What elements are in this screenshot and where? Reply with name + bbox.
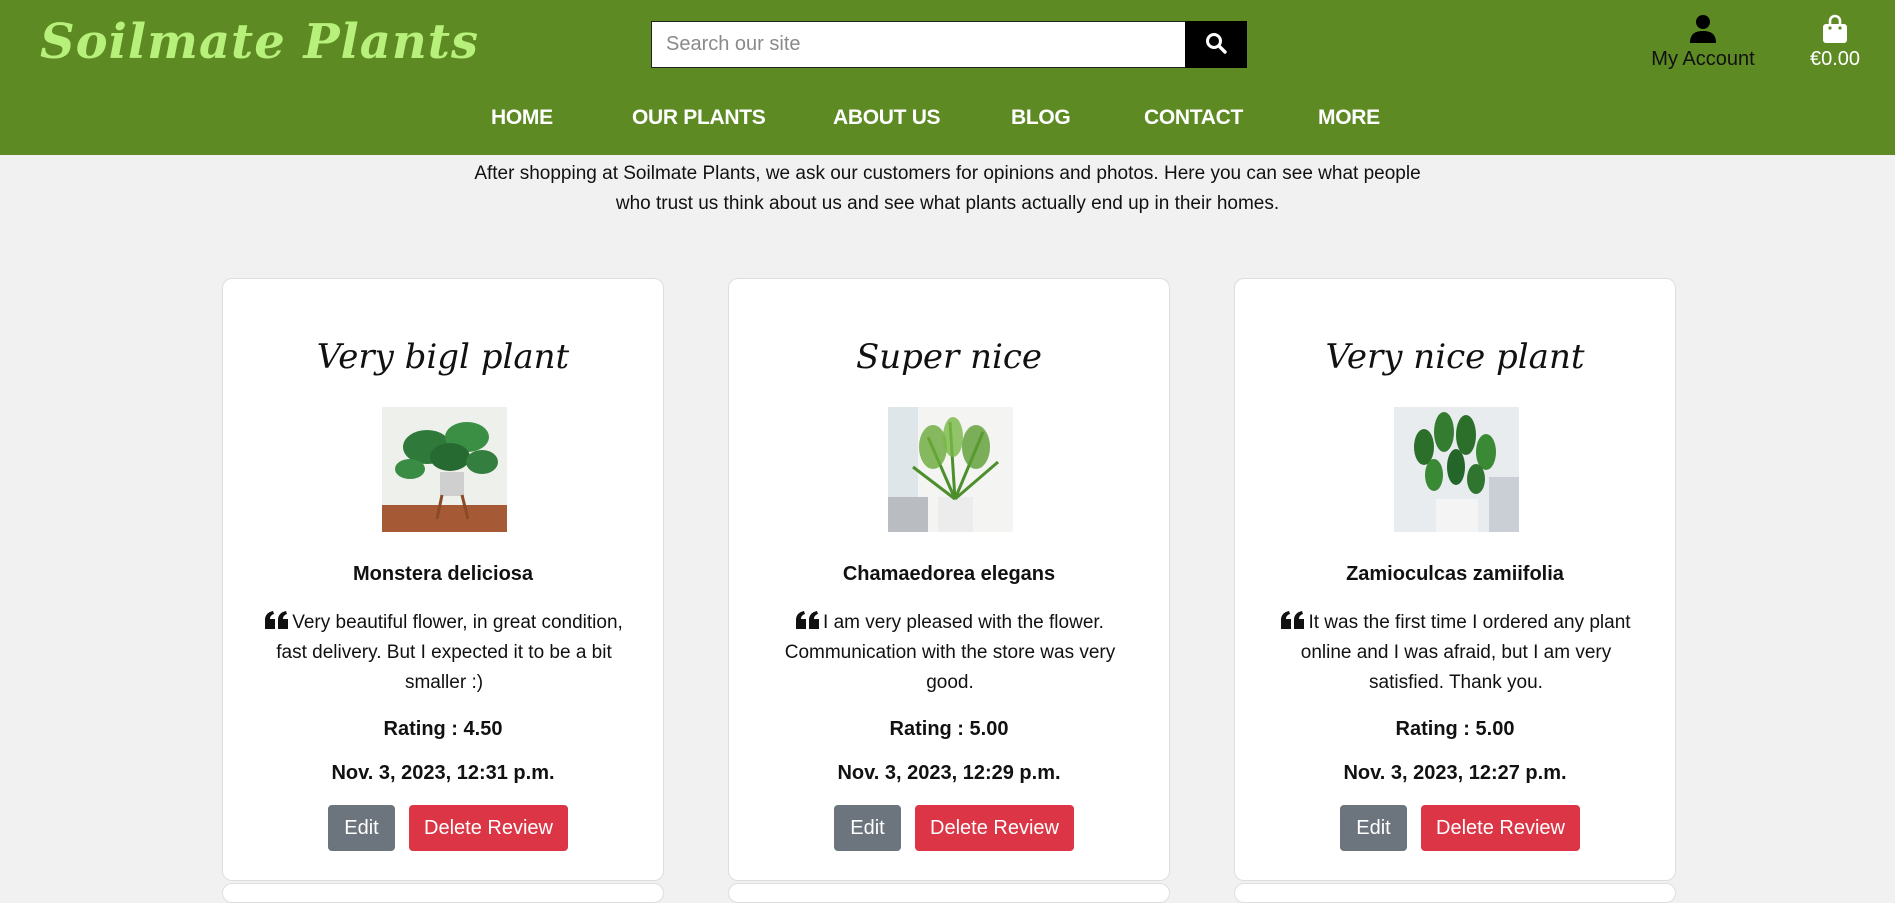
review-comment-text: I am very pleased with the flower. Commu… xyxy=(784,612,1116,693)
review-actions: Edit Delete Review xyxy=(1235,805,1675,851)
cart-link[interactable]: €0.00 xyxy=(1800,14,1870,71)
search-form xyxy=(651,21,1247,68)
plant-name: Chamaedorea elegans xyxy=(842,563,1056,585)
review-date: Nov. 3, 2023, 12:27 p.m. xyxy=(1343,762,1567,784)
nav-blog[interactable]: BLOG xyxy=(1011,106,1071,130)
search-input[interactable] xyxy=(651,21,1185,68)
review-title: Very nice plant xyxy=(1325,337,1585,377)
review-title: Super nice xyxy=(855,337,1043,377)
delete-review-button[interactable]: Delete Review xyxy=(915,805,1074,851)
shopping-bag-icon xyxy=(1800,14,1870,44)
review-card-partial xyxy=(222,883,664,903)
review-card-partial xyxy=(728,883,1170,903)
edit-button[interactable]: Edit xyxy=(328,805,395,851)
review-card-partial xyxy=(1234,883,1676,903)
review-comment: Very beautiful flower, in great conditio… xyxy=(263,608,625,698)
site-logo[interactable]: Soilmate Plants xyxy=(40,14,479,70)
quote-left-icon xyxy=(265,609,289,629)
my-account-label: My Account xyxy=(1651,48,1755,70)
review-card: Very bigl plant Monstera deliciosa Very … xyxy=(222,278,664,881)
edit-button[interactable]: Edit xyxy=(1340,805,1407,851)
delete-review-button[interactable]: Delete Review xyxy=(1421,805,1580,851)
delete-review-button[interactable]: Delete Review xyxy=(409,805,568,851)
plant-name: Zamioculcas zamiifolia xyxy=(1346,563,1564,585)
review-title: Very bigl plant xyxy=(316,337,570,377)
review-card: Super nice Chamaedorea elegans I am very… xyxy=(728,278,1170,881)
plant-photo xyxy=(888,407,1013,532)
nav-contact[interactable]: CONTACT xyxy=(1144,106,1243,130)
plant-name: Monstera deliciosa xyxy=(352,563,534,585)
nav-our-plants[interactable]: OUR PLANTS xyxy=(632,106,766,130)
review-comment-text: It was the first time I ordered any plan… xyxy=(1300,612,1631,693)
review-rating: Rating : 5.00 xyxy=(889,718,1009,740)
search-icon xyxy=(1205,32,1227,57)
review-date: Nov. 3, 2023, 12:31 p.m. xyxy=(331,762,555,784)
edit-button[interactable]: Edit xyxy=(834,805,901,851)
nav-more[interactable]: MORE xyxy=(1318,106,1380,130)
plant-photo xyxy=(382,407,507,532)
plant-photo xyxy=(1394,407,1519,532)
review-comment: I am very pleased with the flower. Commu… xyxy=(769,608,1131,698)
review-date: Nov. 3, 2023, 12:29 p.m. xyxy=(837,762,1061,784)
review-rating: Rating : 5.00 xyxy=(1395,718,1515,740)
main-nav: HOME OUR PLANTS ABOUT US BLOG CONTACT MO… xyxy=(0,106,1895,136)
nav-about-us[interactable]: ABOUT US xyxy=(833,106,941,130)
user-icon xyxy=(1640,14,1766,44)
search-button[interactable] xyxy=(1185,21,1247,68)
review-card: Very nice plant Zamioculcas zamiifolia I… xyxy=(1234,278,1676,881)
cart-total: €0.00 xyxy=(1809,48,1861,70)
quote-left-icon xyxy=(796,609,820,629)
review-comment: It was the first time I ordered any plan… xyxy=(1275,608,1637,698)
review-actions: Edit Delete Review xyxy=(729,805,1169,851)
quote-left-icon xyxy=(1281,609,1305,629)
intro-line-2: who trust us think about us and see what… xyxy=(615,193,1280,214)
intro-text: After shopping at Soilmate Plants, we as… xyxy=(430,159,1465,219)
review-actions: Edit Delete Review xyxy=(223,805,663,851)
review-rating: Rating : 4.50 xyxy=(383,718,503,740)
site-header: Soilmate Plants My Account xyxy=(0,0,1895,155)
nav-home[interactable]: HOME xyxy=(491,106,553,130)
review-comment-text: Very beautiful flower, in great conditio… xyxy=(276,612,623,693)
intro-line-1: After shopping at Soilmate Plants, we as… xyxy=(474,163,1421,184)
my-account-link[interactable]: My Account xyxy=(1640,14,1766,71)
